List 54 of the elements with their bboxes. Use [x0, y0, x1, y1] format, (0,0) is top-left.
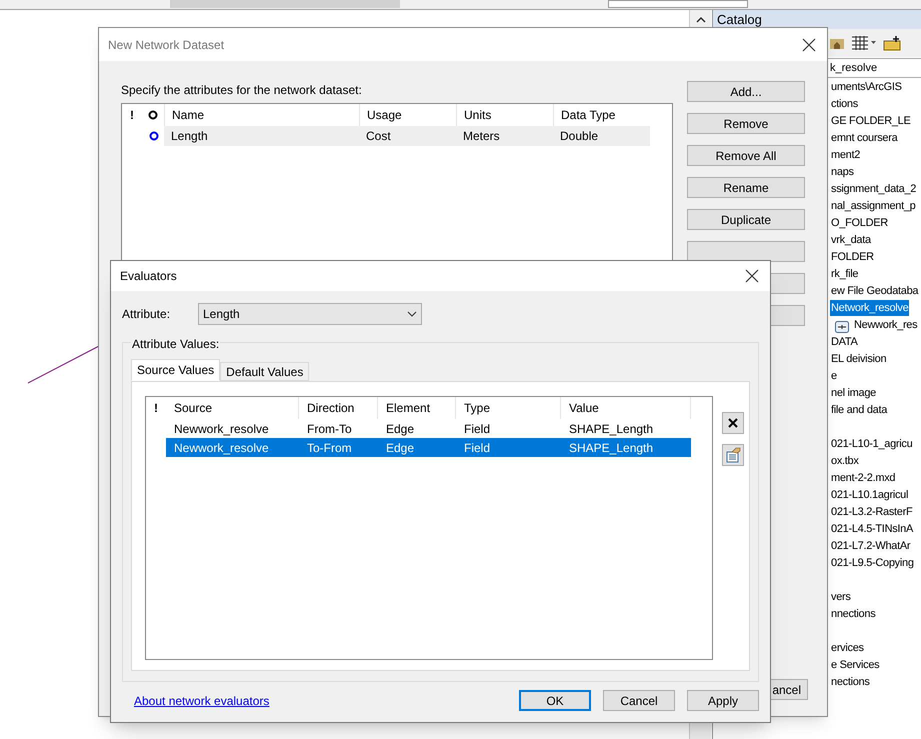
network-dataset-icon — [835, 321, 849, 333]
table-cell-text: Length — [170, 128, 209, 145]
table-cell-text: Newwork_resolve — [173, 440, 270, 456]
column-header[interactable]: Direction — [299, 397, 378, 419]
dialog-button[interactable]: Rename — [687, 177, 805, 198]
table-cell-text: SHAPE_Length — [568, 440, 654, 456]
column-header[interactable]: Value — [561, 397, 691, 419]
table-row[interactable]: Newwork_resolve From-To Edge Field SHAPE_Length — [166, 419, 691, 438]
column-header[interactable]: Type — [456, 397, 561, 419]
window-title: New Network Dataset — [108, 36, 224, 54]
properties-icon — [725, 447, 741, 463]
column-header[interactable]: Element — [378, 397, 456, 419]
delete-button[interactable] — [722, 412, 744, 434]
properties-button[interactable] — [722, 444, 744, 466]
dialog-button[interactable]: Cancel — [603, 690, 675, 711]
delete-icon — [728, 418, 738, 428]
close-icon[interactable] — [745, 269, 759, 283]
column-header: ! — [129, 107, 135, 124]
column-header: ! — [153, 400, 159, 417]
attribute-label: Attribute: — [122, 306, 172, 323]
table-cell-text: From-To — [306, 420, 353, 438]
default-icon — [148, 110, 158, 120]
dialog-button[interactable]: Apply — [687, 690, 759, 711]
dialog-button[interactable]: OK — [519, 690, 591, 711]
dialog-button[interactable]: Remove All — [687, 145, 805, 166]
table-cell-text: To-From — [306, 440, 353, 456]
help-link[interactable]: About network evaluators — [134, 692, 270, 710]
new-folder-icon[interactable] — [883, 35, 901, 51]
close-icon[interactable] — [802, 38, 816, 52]
table-cell-text: Field — [463, 420, 492, 438]
dialog-button[interactable]: Duplicate — [687, 209, 805, 230]
dialog-button[interactable]: Remove — [687, 113, 805, 134]
column-header[interactable]: Source — [166, 397, 299, 419]
table-row[interactable]: Newwork_resolve To-From Edge Field SHAPE_Length — [166, 438, 691, 457]
table-cell-text: Double — [559, 128, 600, 145]
prompt-text: Specify the attributes for the network dataset: — [121, 82, 363, 99]
table-cell-text: Edge — [385, 440, 416, 456]
catalog-item[interactable]: Network_resolve — [830, 300, 910, 316]
table-cell-text: Edge — [385, 420, 416, 438]
grid-view-icon[interactable] — [851, 35, 877, 51]
chevron-down-icon — [407, 311, 417, 317]
table-cell-text: Meters — [462, 128, 501, 145]
table-cell-text: Cost — [365, 128, 392, 145]
dialog-button[interactable]: Add... — [687, 81, 805, 102]
default-icon — [149, 131, 159, 141]
panel-title: Catalog — [717, 10, 762, 29]
dialog-button[interactable] — [687, 241, 805, 262]
tab[interactable]: Source Values — [131, 359, 220, 381]
window-title: Evaluators — [120, 268, 177, 285]
table-cell-text: SHAPE_Length — [568, 420, 654, 438]
table-cell-text: Field — [463, 440, 492, 456]
table-cell-text: Newwork_resolve — [173, 420, 270, 438]
attribute-dropdown[interactable]: Length — [198, 303, 422, 325]
tab[interactable]: Default Values — [220, 362, 310, 381]
